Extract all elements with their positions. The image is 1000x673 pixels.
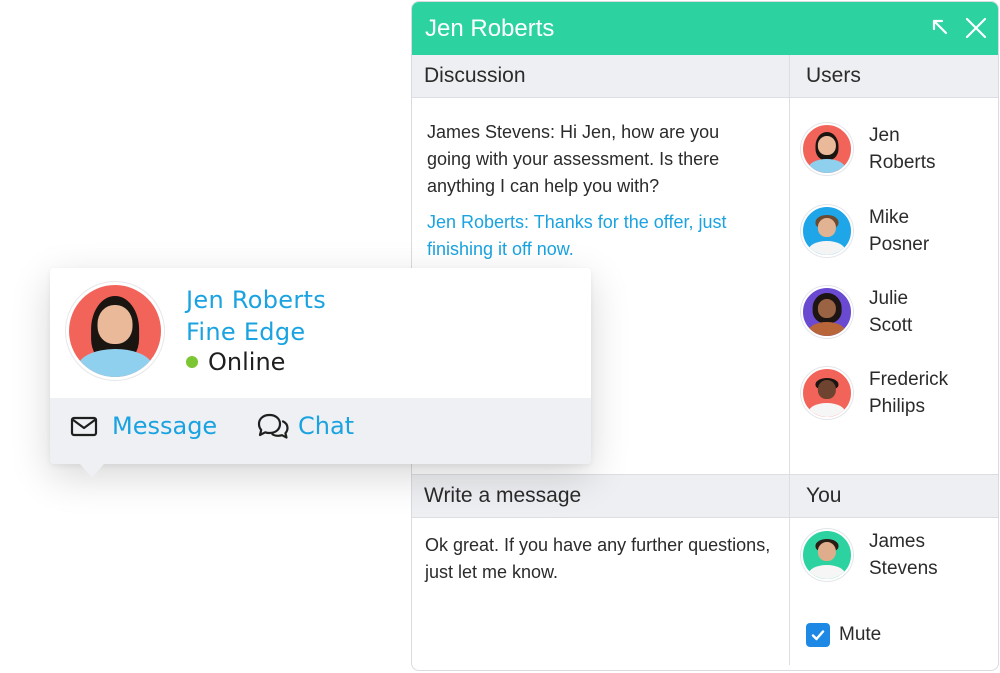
- user-name: Mike Posner: [869, 207, 930, 255]
- mute-label: Mute: [839, 624, 882, 645]
- you-label: You: [806, 484, 842, 507]
- envelope-icon: [70, 416, 98, 437]
- chat-title: Jen Roberts: [425, 14, 555, 42]
- discussion-label: Discussion: [424, 64, 526, 87]
- message-button-label: Message: [112, 412, 218, 440]
- column-divider: [789, 55, 790, 665]
- chat-bubbles-icon: [257, 413, 289, 439]
- user-name: Frederick Philips: [869, 369, 949, 417]
- chat-button-label: Chat: [298, 412, 355, 440]
- users-header: Users: [790, 55, 998, 98]
- message-button[interactable]: Message: [70, 412, 217, 440]
- user-item-julie-scott[interactable]: Julie Scott: [801, 285, 979, 339]
- message-input[interactable]: Ok great. If you have any further questi…: [425, 532, 775, 586]
- profile-avatar: [66, 282, 164, 380]
- avatar: [801, 367, 853, 419]
- user-item-frederick-philips[interactable]: Frederick Philips: [801, 366, 979, 420]
- avatar: [801, 286, 853, 338]
- compose-label: Write a message: [424, 484, 582, 507]
- discussion-header: Discussion: [412, 55, 789, 98]
- compose-header: Write a message: [412, 475, 789, 518]
- collapse-icon[interactable]: [929, 16, 953, 40]
- profile-company: Fine Edge: [186, 318, 306, 346]
- status-text: Online: [208, 348, 286, 376]
- chat-button[interactable]: Chat: [256, 412, 354, 440]
- checkmark-icon[interactable]: [806, 623, 830, 647]
- avatar: [801, 529, 853, 581]
- user-name: James Stevens: [869, 531, 938, 579]
- avatar: [801, 205, 853, 257]
- user-item-mike-posner[interactable]: Mike Posner: [801, 204, 979, 258]
- status-badge: Online: [186, 348, 285, 376]
- current-user: James Stevens: [801, 528, 979, 582]
- profile-name: Jen Roberts: [186, 286, 327, 314]
- chat-header: Jen Roberts: [412, 2, 998, 55]
- users-label: Users: [806, 64, 861, 87]
- message-item: James Stevens: Hi Jen, how are you going…: [427, 122, 720, 196]
- close-icon[interactable]: [964, 16, 988, 40]
- user-name: Jen Roberts: [869, 125, 936, 173]
- message-item: Jen Roberts: Thanks for the offer, just …: [427, 212, 727, 259]
- user-name: Julie Scott: [869, 288, 913, 336]
- online-dot-icon: [186, 356, 198, 368]
- mute-checkbox[interactable]: Mute: [806, 623, 881, 647]
- avatar: [801, 123, 853, 175]
- user-item-jen-roberts[interactable]: Jen Roberts: [801, 122, 979, 176]
- you-header: You: [790, 475, 998, 518]
- card-pointer: [80, 464, 104, 478]
